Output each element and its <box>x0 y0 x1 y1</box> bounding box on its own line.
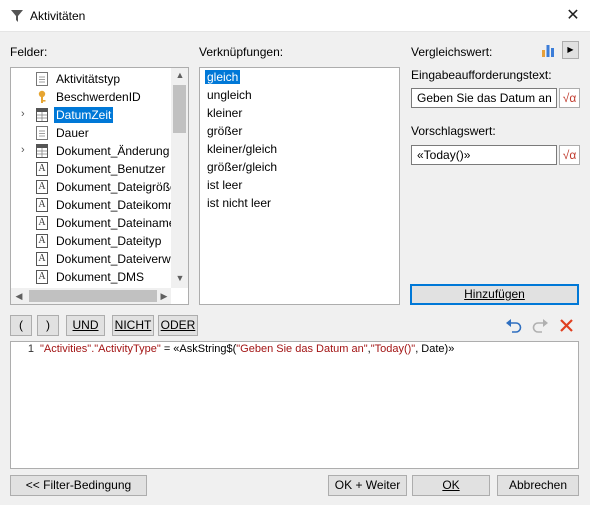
tree-item-label: Dokument_DMS <box>56 270 145 284</box>
tree-item[interactable]: A Dokument_Benutzer <box>11 160 173 178</box>
link-item[interactable]: ist leer <box>207 178 242 192</box>
and-button[interactable]: UND <box>66 315 105 336</box>
document-icon <box>36 72 48 86</box>
text-field-icon: A <box>36 216 48 230</box>
ok-next-button[interactable]: OK + Weiter <box>328 475 407 496</box>
link-item[interactable]: kleiner <box>207 106 242 120</box>
chevron-right-icon[interactable]: › <box>21 144 25 156</box>
links-label: Verknüpfungen: <box>199 45 284 59</box>
code-operator: = «AskString$( <box>160 343 237 355</box>
scroll-up-arrow-icon[interactable]: ▲ <box>173 70 187 80</box>
tree-item[interactable]: Aktivitätstyp <box>11 70 173 88</box>
title-bar <box>0 0 590 32</box>
bar-chart-icon[interactable] <box>540 42 556 58</box>
tree-item[interactable]: A Dokument_DMS <box>11 268 173 286</box>
delete-icon[interactable] <box>559 318 574 333</box>
links-list[interactable]: gleich ungleich kleiner größer kleiner/gleic… <box>199 67 400 305</box>
fields-label: Felder: <box>10 45 48 59</box>
scroll-down-arrow-icon[interactable]: ▼ <box>173 273 187 283</box>
and-button-label: UND <box>72 318 99 332</box>
suggest-value-field[interactable]: «Today()» <box>411 145 557 165</box>
compare-label: Vergleichswert: <box>411 45 493 59</box>
or-button-label: ODER <box>160 318 196 332</box>
tree-item[interactable]: A Dokument_Dateiname <box>11 214 173 232</box>
window-title: Aktivitäten <box>30 9 86 23</box>
cancel-button[interactable]: Abbrechen <box>497 475 579 496</box>
fields-tree[interactable]: Aktivitätstyp BeschwerdenID › DatumZeit Daue… <box>10 67 189 305</box>
tree-item[interactable]: A Dokument_Dateiverwe <box>11 250 173 268</box>
fields-horizontal-scroll-thumb[interactable] <box>29 290 157 302</box>
tree-item-label: Dokument_Dateigröße <box>56 180 173 194</box>
formula-icon[interactable]: √α <box>559 88 580 108</box>
text-field-icon: A <box>36 234 48 248</box>
text-field-icon: A <box>36 162 48 176</box>
line-number: 1 <box>27 343 34 355</box>
fields-vertical-scroll-thumb[interactable] <box>173 85 186 133</box>
tree-item-label: Dokument_Dateiverwe <box>56 252 173 266</box>
arrow-right-icon[interactable]: ▶ <box>562 41 579 59</box>
prompt-text-field[interactable]: Geben Sie das Datum an <box>411 88 557 108</box>
tree-item[interactable]: A Dokument_Dateityp <box>11 232 173 250</box>
tree-item-label: BeschwerdenID <box>56 90 141 104</box>
expression-editor[interactable] <box>10 341 579 469</box>
close-icon[interactable]: ✕ <box>560 3 586 29</box>
prompt-label: Eingabeaufforderungstext: <box>411 68 552 82</box>
tree-item-label: Dokument_Benutzer <box>56 162 166 176</box>
chevron-right-icon[interactable]: › <box>21 108 25 120</box>
text-field-icon: A <box>36 180 48 194</box>
code-line[interactable]: "Activities"."ActivityType" = «AskString… <box>40 343 454 355</box>
code-tail: , Date)» <box>415 343 455 355</box>
key-icon <box>36 90 48 104</box>
link-item[interactable]: größer <box>207 124 242 138</box>
tree-item[interactable]: › Dokument_Änderung <box>11 142 173 160</box>
code-arg-prompt: "Geben Sie das Datum an" <box>236 343 368 355</box>
suggest-label: Vorschlagswert: <box>411 124 496 138</box>
tree-item[interactable]: A Dokument_Dateikomm <box>11 196 173 214</box>
link-item[interactable]: größer/gleich <box>207 160 277 174</box>
tree-item[interactable]: Dauer <box>11 124 173 142</box>
redo-icon[interactable] <box>531 317 549 333</box>
undo-icon[interactable] <box>505 317 523 333</box>
calendar-icon <box>36 108 48 122</box>
not-button-label: NICHT <box>114 318 152 332</box>
link-item[interactable]: gleich <box>205 70 241 84</box>
link-item[interactable]: ist nicht leer <box>207 196 271 210</box>
tree-item-label: Dokument_Dateikomm <box>56 198 173 212</box>
filter-icon <box>11 10 23 22</box>
code-arg-default: "Today()" <box>370 343 416 355</box>
editor-gutter <box>11 342 37 468</box>
tree-item-label: Dokument_Dateityp <box>56 234 162 248</box>
tree-item[interactable]: › DatumZeit <box>11 106 173 124</box>
text-field-icon: A <box>36 270 48 284</box>
tree-item[interactable]: BeschwerdenID <box>11 88 173 106</box>
link-item[interactable]: ungleich <box>207 88 252 102</box>
tree-item[interactable]: A Dokument_Dateigröße <box>11 178 173 196</box>
tree-item-label: Dokument_Dateiname <box>56 216 173 230</box>
tree-item-label: Dokument_Änderung <box>56 144 170 158</box>
filter-condition-button[interactable]: << Filter-Bedingung <box>10 475 147 496</box>
tree-item-label: Aktivitätstyp <box>56 72 121 86</box>
ok-button-label: OK <box>442 478 460 492</box>
suggest-formula-icon[interactable]: √α <box>559 145 580 165</box>
scroll-left-arrow-icon[interactable]: ◀ <box>12 291 26 302</box>
link-item[interactable]: kleiner/gleich <box>207 142 277 156</box>
document-icon <box>36 126 48 140</box>
or-button[interactable]: ODER <box>158 315 198 336</box>
scroll-right-arrow-icon[interactable]: ▶ <box>157 291 171 302</box>
tree-item-label: Dauer <box>56 126 89 140</box>
not-button[interactable]: NICHT <box>112 315 154 336</box>
code-field: "Activities"."ActivityType" <box>40 343 161 355</box>
ok-button[interactable]: OK <box>412 475 490 496</box>
close-paren-button[interactable]: ) <box>37 315 59 336</box>
text-field-icon: A <box>36 252 48 266</box>
open-paren-button[interactable]: ( <box>10 315 32 336</box>
calendar-icon <box>36 144 48 158</box>
tree-item-label: DatumZeit <box>54 107 114 123</box>
text-field-icon: A <box>36 198 48 212</box>
add-button[interactable]: Hinzufügen <box>410 284 579 305</box>
add-button-label: Hinzufügen <box>464 287 525 301</box>
